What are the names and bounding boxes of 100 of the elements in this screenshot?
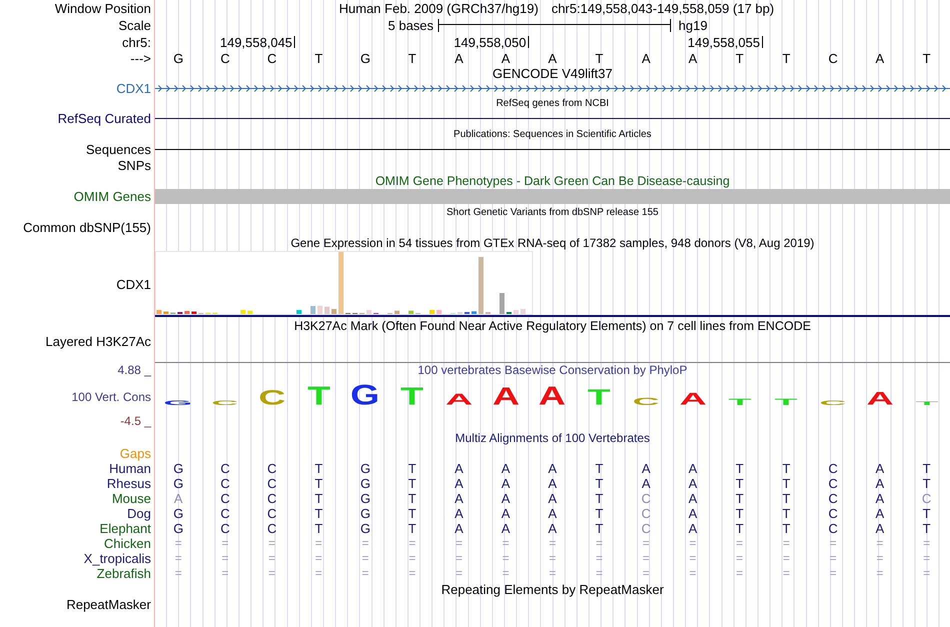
base-letter: A [876,50,884,66]
base-letter: T [922,50,931,66]
aligned-base: A [548,491,557,506]
species-label[interactable]: Zebrafish [96,566,151,581]
gap-mark: = [502,551,510,566]
track-label[interactable]: RepeatMasker [66,597,151,612]
gap-mark: = [876,566,884,581]
track-label[interactable]: OMIM Genes [74,189,151,204]
aligned-base: A [688,506,698,521]
logo-letter: G [350,383,380,405]
species-label[interactable]: Rhesus [106,476,151,491]
axis-label: 4.88 _ [118,362,151,378]
strand-label: ---> [130,50,151,66]
expression-bar [184,311,190,314]
logo-letter: A [678,392,708,405]
base-letter: T [736,50,744,66]
aligned-base: C [220,476,230,491]
gap-mark: = [174,551,182,566]
species-label[interactable]: Chicken [104,536,151,551]
species-label[interactable]: X_tropicalis [84,551,151,566]
gap-mark: = [455,536,462,551]
aligned-base: A [548,521,557,536]
aligned-base: A [501,521,510,536]
species-label[interactable]: Mouse [112,491,151,506]
gap-mark: = [362,551,369,566]
aligned-base: T [314,521,323,536]
track-label[interactable]: SNPs [118,158,151,173]
gap-mark: = [689,536,696,551]
aligned-base: C [267,476,277,491]
gap-mark: = [315,566,322,581]
track-label[interactable]: CDX1 [116,277,151,292]
expression-bar [248,310,252,314]
gap-mark: = [268,566,276,581]
track-label[interactable]: Layered H3K27Ac [45,334,151,349]
logo-letter: A [490,386,521,405]
gap-mark: = [362,566,369,581]
gap-mark: = [736,536,744,551]
species-label[interactable]: Elephant [100,521,151,536]
base-letter: T [782,50,790,66]
scale-assembly: hg19 [678,18,708,33]
gap-mark: = [408,536,416,551]
aligned-base: C [220,491,230,506]
aligned-base: A [548,476,557,491]
expression-bar [514,310,518,314]
logo-letter: T [771,398,802,405]
logo-letter: T [304,385,334,405]
aligned-base: G [173,461,184,476]
position-tick [528,36,530,48]
expression-bar [164,312,168,314]
base-letter: T [314,50,323,66]
base-letter: A [501,50,510,66]
axis-label: -4.5 _ [120,414,151,428]
expression-bar [408,310,414,314]
base-letter: T [408,50,416,66]
expression-bar [366,310,372,314]
expression-bar [296,310,302,314]
species-label[interactable]: Dog [127,506,151,521]
aligned-base: T [782,521,790,536]
aligned-base: A [174,491,183,506]
track-label[interactable]: 100 Vert. Cons [72,390,151,404]
aligned-base: C [641,491,651,506]
aligned-base: T [595,506,604,521]
track-label[interactable]: Sequences [86,142,151,157]
aligned-base: G [173,476,184,491]
gap-mark: = [548,551,556,566]
logo-letter: C [256,389,287,405]
ruler-label: Scale [118,18,151,33]
expression-bar [500,293,504,314]
gap-mark: = [642,551,650,566]
aligned-base: T [314,476,323,491]
gap-mark: = [174,536,182,551]
position-tick [294,36,296,48]
base-letter: A [642,50,650,66]
expression-bar [324,306,330,314]
expression-bar [338,252,344,314]
species-label[interactable]: Human [109,461,151,476]
aligned-base: T [408,506,416,521]
expression-bar [156,310,162,314]
track-label[interactable]: Common dbSNP(155) [23,220,151,235]
gap-mark: = [736,566,744,581]
expression-bar [430,310,434,314]
aligned-base: C [922,491,932,506]
aligned-base: A [688,521,698,536]
aligned-base: T [408,461,416,476]
base-letter: A [688,50,698,66]
gap-mark: = [596,566,603,581]
aligned-base: G [360,506,370,521]
aligned-base: T [595,476,604,491]
aligned-base: T [595,521,604,536]
gap-mark: = [455,566,462,581]
track-label[interactable]: RefSeq Curated [58,111,151,126]
aligned-base: A [501,476,510,491]
aligned-base: A [501,491,510,506]
expression-bar [436,310,442,314]
expression-bar [472,311,476,314]
base-letter: G [173,50,184,66]
aligned-base: T [314,461,323,476]
aligned-base: A [454,491,464,506]
track-label[interactable]: CDX1 [116,80,151,96]
base-letter: T [595,50,604,66]
